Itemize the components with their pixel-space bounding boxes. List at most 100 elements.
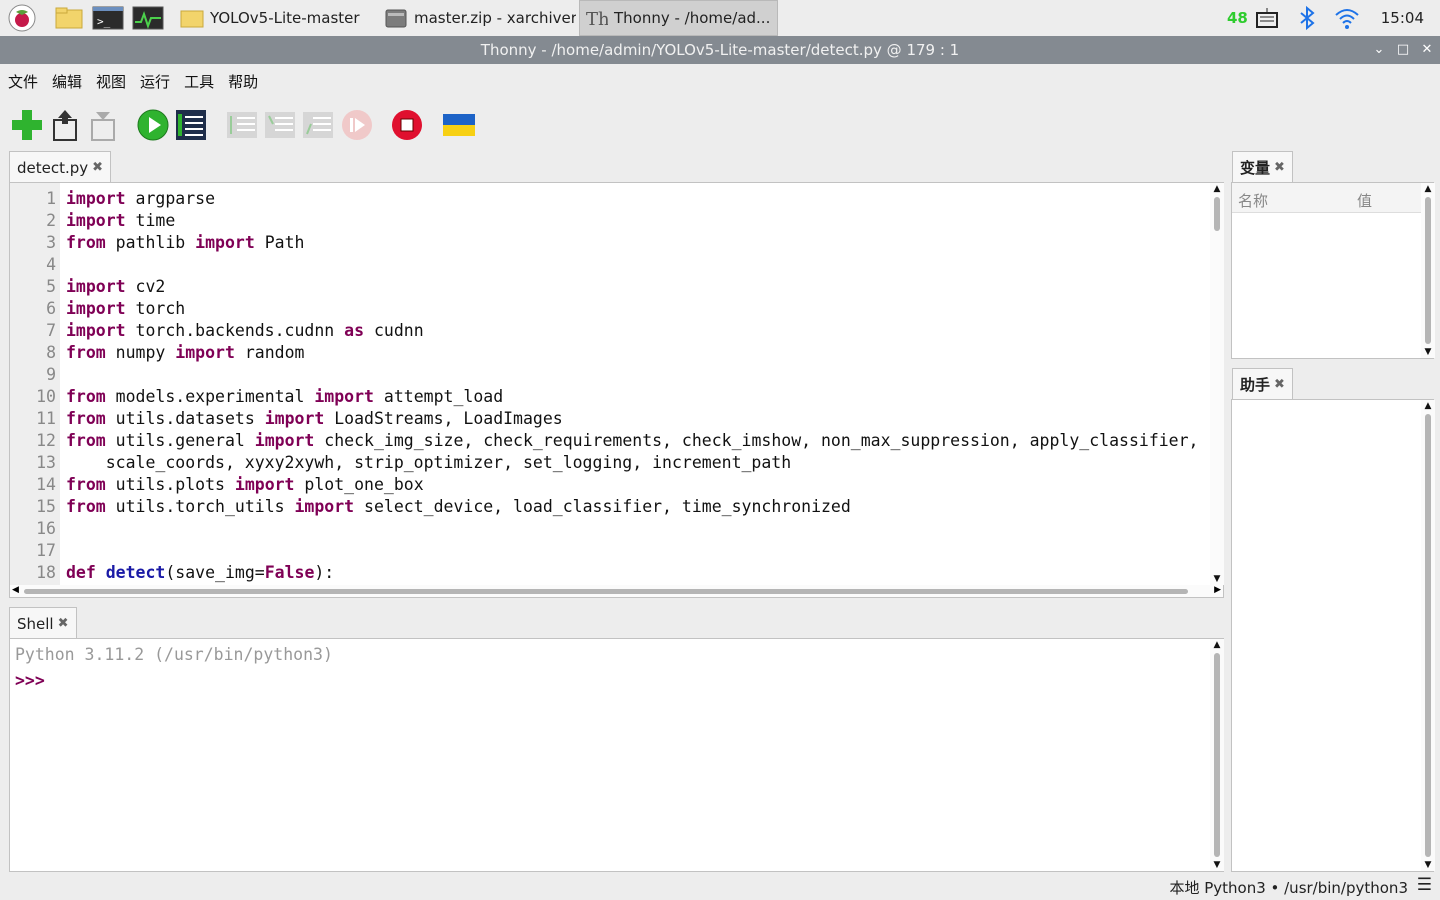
open-file-icon[interactable] (48, 108, 82, 142)
code-line: import cv2 (66, 277, 166, 296)
menu-run[interactable]: 运行 (140, 71, 170, 92)
interpreter-status[interactable]: 本地 Python3 • /usr/bin/python3 (1169, 877, 1408, 898)
shell-banner: Python 3.11.2 (/usr/bin/python3) (15, 645, 333, 664)
clock: 15:04 (1380, 9, 1424, 27)
archive-icon (385, 9, 407, 28)
scroll-down-icon[interactable]: ▼ (1421, 346, 1435, 358)
variables-scrollbar[interactable]: ▲ ▼ (1421, 183, 1435, 358)
scroll-up-icon[interactable]: ▲ (1210, 639, 1224, 651)
tab-shell[interactable]: Shell ✖ (9, 607, 77, 639)
task-label: Thonny - /home/ad... (614, 9, 771, 27)
shell-prompt: >>> (15, 671, 45, 690)
cpu-usage: 48 (1227, 9, 1248, 27)
code-line: from utils.plots import plot_one_box (66, 475, 424, 494)
column-name-header[interactable]: 名称 (1238, 190, 1268, 211)
code-line: import torch (66, 299, 186, 318)
code-line: from utils.torch_utils import select_dev… (66, 497, 851, 516)
ukraine-flag-icon[interactable] (442, 108, 476, 142)
taskbar: >_ YOLOv5-Lite-master master.zip - xarch… (0, 0, 1440, 36)
resume-icon (340, 108, 374, 142)
tab-variables[interactable]: 变量 ✖ (1232, 151, 1293, 183)
maximize-icon[interactable]: □ (1392, 36, 1414, 64)
assistant-panel[interactable]: ▲ ▼ (1231, 399, 1435, 872)
terminal-icon[interactable]: >_ (92, 4, 124, 32)
code-area[interactable]: import argparse import time from pathlib… (10, 183, 1210, 585)
debug-icon[interactable] (174, 108, 208, 142)
column-value-header[interactable]: 值 (1357, 190, 1372, 211)
window-titlebar[interactable]: Thonny - /home/admin/YOLOv5-Lite-master/… (0, 36, 1440, 64)
close-tab-icon[interactable]: ✖ (1274, 377, 1285, 392)
scrollbar-thumb[interactable] (24, 589, 1188, 594)
step-out-icon (301, 108, 335, 142)
assistant-scrollbar[interactable]: ▲ ▼ (1421, 400, 1435, 871)
menu-view[interactable]: 视图 (96, 71, 126, 92)
thonny-icon: Th (586, 9, 608, 30)
run-icon[interactable] (136, 108, 170, 142)
tab-detect-py[interactable]: detect.py ✖ (9, 151, 112, 183)
scrollbar-thumb[interactable] (1214, 653, 1220, 857)
shell-console[interactable]: Python 3.11.2 (/usr/bin/python3) >>> ▲ ▼ (9, 638, 1224, 872)
hamburger-menu-icon[interactable]: ☰ (1417, 875, 1432, 895)
window-title: Thonny - /home/admin/YOLOv5-Lite-master/… (480, 41, 960, 59)
stop-icon[interactable] (390, 108, 424, 142)
close-tab-icon[interactable]: ✖ (58, 616, 69, 631)
close-tab-icon[interactable]: ✖ (1274, 160, 1285, 175)
folder-icon (180, 10, 204, 28)
scrollbar-thumb[interactable] (1214, 197, 1220, 231)
menu-file[interactable]: 文件 (8, 71, 38, 92)
code-line: from models.experimental import attempt_… (66, 387, 504, 406)
task-thonny[interactable]: Th Thonny - /home/ad... (579, 0, 778, 36)
code-line: from utils.datasets import LoadStreams, … (66, 409, 563, 428)
shell-vertical-scrollbar[interactable]: ▲ ▼ (1210, 639, 1224, 871)
editor-horizontal-scrollbar[interactable]: ◀ ▶ (10, 585, 1223, 597)
task-yolov5-folder[interactable]: YOLOv5-Lite-master (176, 0, 376, 36)
scroll-right-icon[interactable]: ▶ (1214, 585, 1221, 595)
minimize-icon[interactable]: ⌄ (1368, 36, 1390, 64)
file-manager-icon[interactable] (54, 4, 83, 32)
code-editor[interactable]: 1 2 3 4 5 6 7 8 9 10 11 12 13 14 15 16 1… (9, 182, 1224, 598)
tab-label: 变量 (1240, 159, 1271, 177)
close-icon[interactable]: ✕ (1416, 36, 1438, 64)
menu-bar: 文件 编辑 视图 运行 工具 帮助 (0, 64, 1440, 98)
scroll-up-icon[interactable]: ▲ (1421, 183, 1435, 195)
bluetooth-icon[interactable] (1293, 4, 1321, 32)
new-file-icon[interactable] (10, 108, 44, 142)
tab-assistant[interactable]: 助手 ✖ (1232, 368, 1293, 400)
step-over-icon (225, 108, 259, 142)
code-line: from pathlib import Path (66, 233, 305, 252)
scroll-down-icon[interactable]: ▼ (1210, 573, 1224, 585)
step-into-icon (263, 108, 297, 142)
menu-help[interactable]: 帮助 (228, 71, 258, 92)
scroll-left-icon[interactable]: ◀ (12, 585, 19, 595)
scrollbar-thumb[interactable] (1425, 414, 1431, 857)
task-xarchiver[interactable]: master.zip - xarchiver... (380, 0, 576, 36)
scroll-down-icon[interactable]: ▼ (1421, 859, 1435, 871)
code-line: scale_coords, xyxy2xywh, strip_optimizer… (66, 453, 792, 472)
tab-label: 助手 (1240, 376, 1271, 394)
scroll-up-icon[interactable]: ▲ (1421, 400, 1435, 412)
svg-text:Th: Th (586, 9, 608, 30)
scroll-down-icon[interactable]: ▼ (1210, 859, 1224, 871)
menu-edit[interactable]: 编辑 (52, 71, 82, 92)
toolbar (0, 100, 1440, 148)
scroll-up-icon[interactable]: ▲ (1210, 183, 1224, 195)
keyboard-icon[interactable] (1253, 4, 1281, 32)
code-line: import argparse (66, 189, 216, 208)
code-line: from numpy import random (66, 343, 305, 362)
menu-tools[interactable]: 工具 (184, 71, 214, 92)
wifi-icon[interactable] (1333, 4, 1361, 32)
variables-header: 名称 值 (1232, 183, 1421, 213)
editor-vertical-scrollbar[interactable]: ▲ ▼ (1210, 183, 1224, 585)
scrollbar-thumb[interactable] (1425, 197, 1431, 344)
save-file-icon[interactable] (86, 108, 120, 142)
variables-panel[interactable]: 名称 值 ▲ ▼ (1231, 182, 1435, 359)
tab-label: detect.py (17, 158, 89, 177)
close-tab-icon[interactable]: ✖ (92, 160, 103, 175)
tab-label: Shell (17, 614, 54, 633)
code-line: from utils.general import check_img_size… (66, 431, 1199, 450)
raspberry-menu-icon[interactable] (8, 4, 36, 32)
task-manager-icon[interactable] (132, 4, 164, 32)
svg-text:>_: >_ (97, 15, 111, 28)
task-label: YOLOv5-Lite-master (210, 9, 360, 27)
status-bar: 本地 Python3 • /usr/bin/python3 ☰ (0, 874, 1440, 900)
